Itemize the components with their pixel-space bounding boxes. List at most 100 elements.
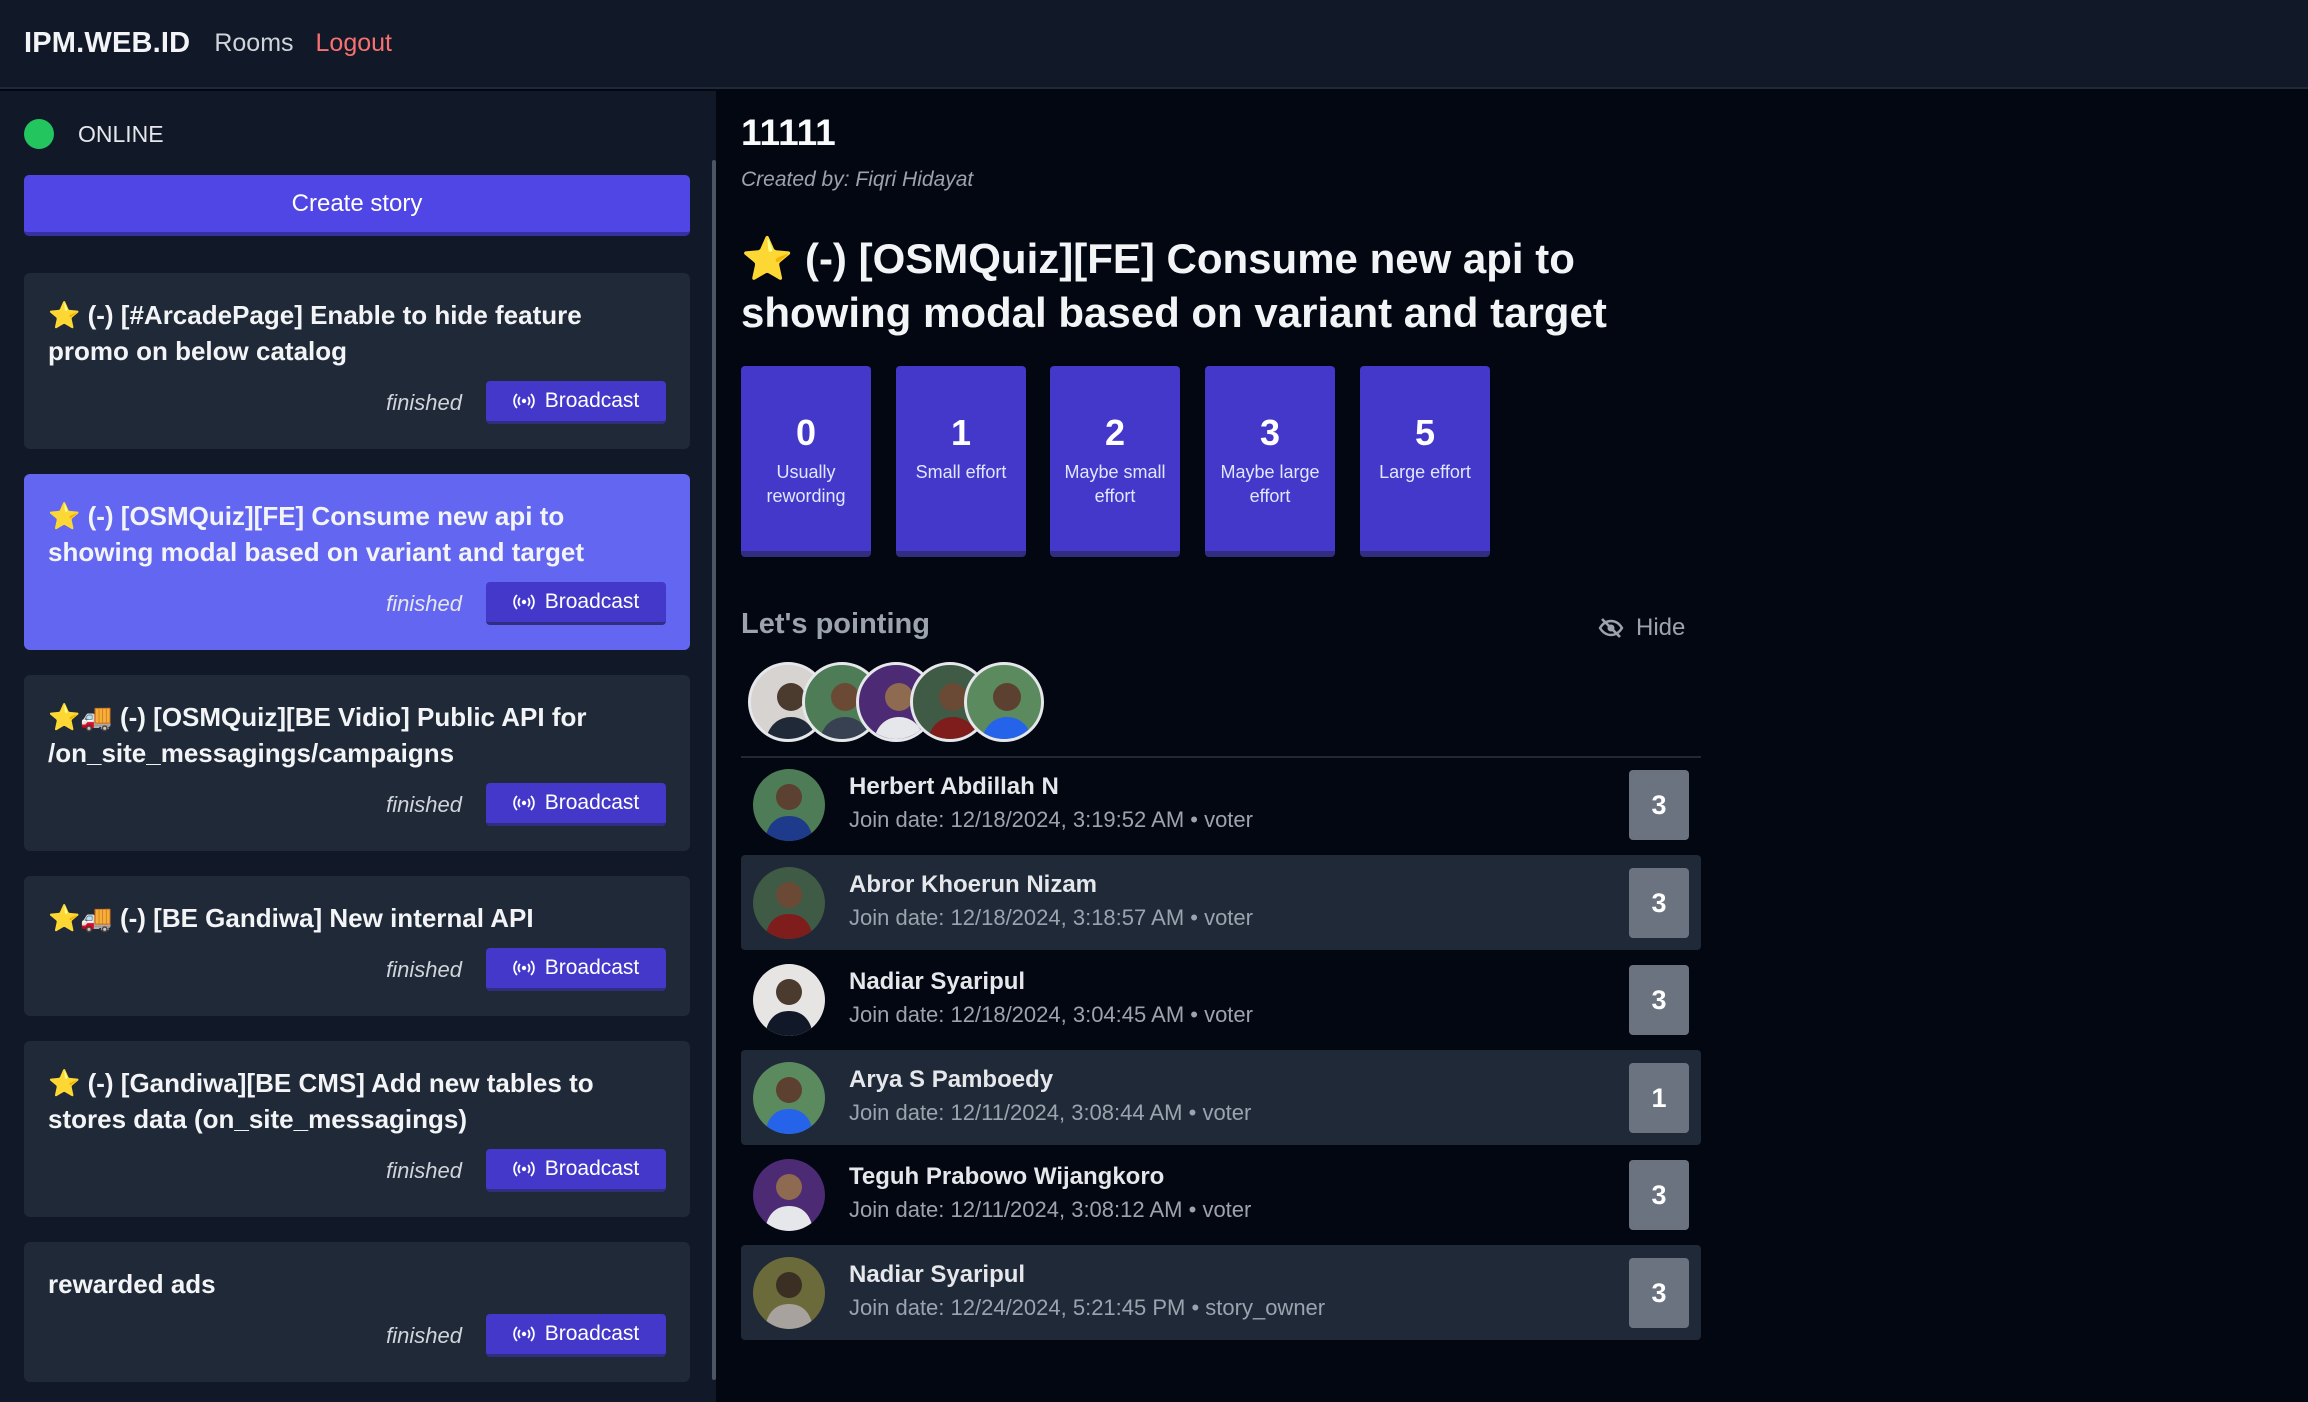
- story-status: finished: [386, 1322, 462, 1348]
- story-card[interactable]: ⭐ (-) [Gandiwa][BE CMS] Add new tables t…: [24, 1041, 690, 1217]
- point-label: Small effort: [915, 462, 1007, 482]
- pointing-section-title: Let's pointing: [741, 608, 930, 640]
- point-value: 2: [1104, 412, 1126, 453]
- point-value: 3: [1259, 412, 1281, 453]
- top-navbar: IPM.WEB.ID Rooms Logout: [0, 0, 2308, 89]
- story-card-active[interactable]: ⭐ (-) [OSMQuiz][FE] Consume new api to s…: [24, 474, 690, 650]
- eye-off-icon: [1598, 618, 1624, 638]
- broadcast-label: Broadcast: [544, 389, 640, 412]
- point-card-2[interactable]: 2 Maybe small effort: [1050, 366, 1180, 557]
- voter-row: Herbert Abdillah N Join date: 12/18/2024…: [741, 757, 1701, 852]
- broadcast-label: Broadcast: [544, 956, 640, 979]
- story-sidebar: ONLINE Create story ⭐ (-) [#ArcadePage] …: [0, 91, 716, 1402]
- connection-status: ONLINE: [24, 119, 164, 149]
- brand-logo[interactable]: IPM.WEB.ID: [24, 27, 190, 60]
- story-status: finished: [386, 590, 462, 616]
- room-creator: Created by: Fiqri Hidayat: [741, 168, 974, 191]
- broadcast-icon: [512, 960, 535, 976]
- sidebar-scrollbar[interactable]: [712, 160, 716, 1380]
- voter-row: Nadiar Syaripul Join date: 12/24/2024, 5…: [741, 1245, 1701, 1340]
- online-indicator-icon: [24, 119, 54, 149]
- story-title: rewarded ads: [48, 1269, 216, 1299]
- voter-row: Nadiar Syaripul Join date: 12/18/2024, 3…: [741, 952, 1701, 1047]
- story-meta: finished Broadcast: [386, 948, 666, 991]
- voter-name: Nadiar Syaripul: [849, 1261, 1026, 1288]
- point-card-5[interactable]: 5 Large effort: [1360, 366, 1490, 557]
- story-card[interactable]: ⭐ (-) [#ArcadePage] Enable to hide featu…: [24, 273, 690, 449]
- voter-name: Teguh Prabowo Wijangkoro: [849, 1163, 1165, 1190]
- hide-votes-label: Hide: [1636, 614, 1686, 641]
- voter-join-info: Join date: 12/11/2024, 3:08:12 AM • vote…: [849, 1197, 1252, 1222]
- voter-join-info: Join date: 12/18/2024, 3:19:52 AM • vote…: [849, 807, 1253, 832]
- nav-rooms-link[interactable]: Rooms: [214, 29, 293, 58]
- current-story-title: ⭐ (-) [OSMQuiz][FE] Consume new api to s…: [741, 235, 1607, 336]
- voter-join-info: Join date: 12/18/2024, 3:04:45 AM • vote…: [849, 1002, 1253, 1027]
- story-title: ⭐🚚 (-) [OSMQuiz][BE Vidio] Public API fo…: [48, 702, 587, 768]
- vote-badge: 3: [1629, 1160, 1689, 1230]
- broadcast-icon: [512, 1161, 535, 1177]
- point-value: 1: [950, 412, 972, 453]
- vote-badge: 3: [1629, 770, 1689, 840]
- point-card-0[interactable]: 0 Usually rewording: [741, 366, 871, 557]
- broadcast-button[interactable]: Broadcast: [486, 381, 666, 424]
- voter-name: Nadiar Syaripul: [849, 968, 1026, 995]
- broadcast-icon: [512, 795, 535, 811]
- story-meta: finished Broadcast: [386, 582, 666, 625]
- point-card-1[interactable]: 1 Small effort: [896, 366, 1026, 557]
- broadcast-button[interactable]: Broadcast: [486, 948, 666, 991]
- avatar: [753, 769, 825, 841]
- vote-badge: 1: [1629, 1063, 1689, 1133]
- voter-name: Abror Khoerun Nizam: [849, 871, 1098, 898]
- story-status: finished: [386, 956, 462, 982]
- broadcast-icon: [512, 1326, 535, 1342]
- broadcast-label: Broadcast: [544, 1157, 640, 1180]
- vote-badge: 3: [1629, 965, 1689, 1035]
- avatar: [964, 662, 1044, 742]
- story-card[interactable]: ⭐🚚 (-) [BE Gandiwa] New internal API fin…: [24, 876, 690, 1016]
- logout-link[interactable]: Logout: [316, 29, 392, 58]
- point-label: Maybe small effort: [1064, 462, 1166, 506]
- story-meta: finished Broadcast: [386, 381, 666, 424]
- connection-status-label: ONLINE: [78, 120, 164, 147]
- story-status: finished: [386, 389, 462, 415]
- broadcast-button[interactable]: Broadcast: [486, 1314, 666, 1357]
- broadcast-button[interactable]: Broadcast: [486, 783, 666, 826]
- broadcast-icon: [512, 594, 535, 610]
- story-meta: finished Broadcast: [386, 1149, 666, 1192]
- avatar: [753, 1159, 825, 1231]
- room-title: 11111: [741, 112, 836, 153]
- story-title: ⭐🚚 (-) [BE Gandiwa] New internal API: [48, 903, 534, 933]
- create-story-button[interactable]: Create story: [24, 175, 690, 236]
- voter-name: Herbert Abdillah N: [849, 773, 1059, 800]
- avatar: [753, 1062, 825, 1134]
- vote-badge: 3: [1629, 868, 1689, 938]
- broadcast-label: Broadcast: [544, 1322, 640, 1345]
- vote-badge: 3: [1629, 1258, 1689, 1328]
- story-title: ⭐ (-) [Gandiwa][BE CMS] Add new tables t…: [48, 1068, 594, 1134]
- story-card[interactable]: rewarded ads finished Broadcast: [24, 1242, 690, 1382]
- voter-row: Abror Khoerun Nizam Join date: 12/18/202…: [741, 855, 1701, 950]
- story-meta: finished Broadcast: [386, 783, 666, 826]
- point-label: Usually rewording: [766, 462, 846, 506]
- point-card-3[interactable]: 3 Maybe large effort: [1205, 366, 1335, 557]
- story-meta: finished Broadcast: [386, 1314, 666, 1357]
- voter-join-info: Join date: 12/11/2024, 3:08:44 AM • vote…: [849, 1100, 1252, 1125]
- broadcast-button[interactable]: Broadcast: [486, 582, 666, 625]
- story-title: ⭐ (-) [#ArcadePage] Enable to hide featu…: [48, 300, 582, 366]
- voter-join-info: Join date: 12/24/2024, 5:21:45 PM • stor…: [849, 1295, 1326, 1320]
- broadcast-button[interactable]: Broadcast: [486, 1149, 666, 1192]
- voter-row: Arya S Pamboedy Join date: 12/11/2024, 3…: [741, 1050, 1701, 1145]
- point-value: 0: [795, 412, 817, 453]
- story-card[interactable]: ⭐🚚 (-) [OSMQuiz][BE Vidio] Public API fo…: [24, 675, 690, 851]
- point-label: Maybe large effort: [1220, 462, 1320, 506]
- voter-name: Arya S Pamboedy: [849, 1066, 1054, 1093]
- point-label: Large effort: [1379, 462, 1471, 482]
- voter-join-info: Join date: 12/18/2024, 3:18:57 AM • vote…: [849, 905, 1253, 930]
- hide-votes-button[interactable]: Hide: [1598, 614, 1685, 642]
- avatar: [753, 867, 825, 939]
- broadcast-label: Broadcast: [544, 590, 640, 613]
- voter-row: Teguh Prabowo Wijangkoro Join date: 12/1…: [741, 1147, 1701, 1242]
- story-status: finished: [386, 1157, 462, 1183]
- broadcast-icon: [512, 393, 535, 409]
- avatar: [753, 1257, 825, 1329]
